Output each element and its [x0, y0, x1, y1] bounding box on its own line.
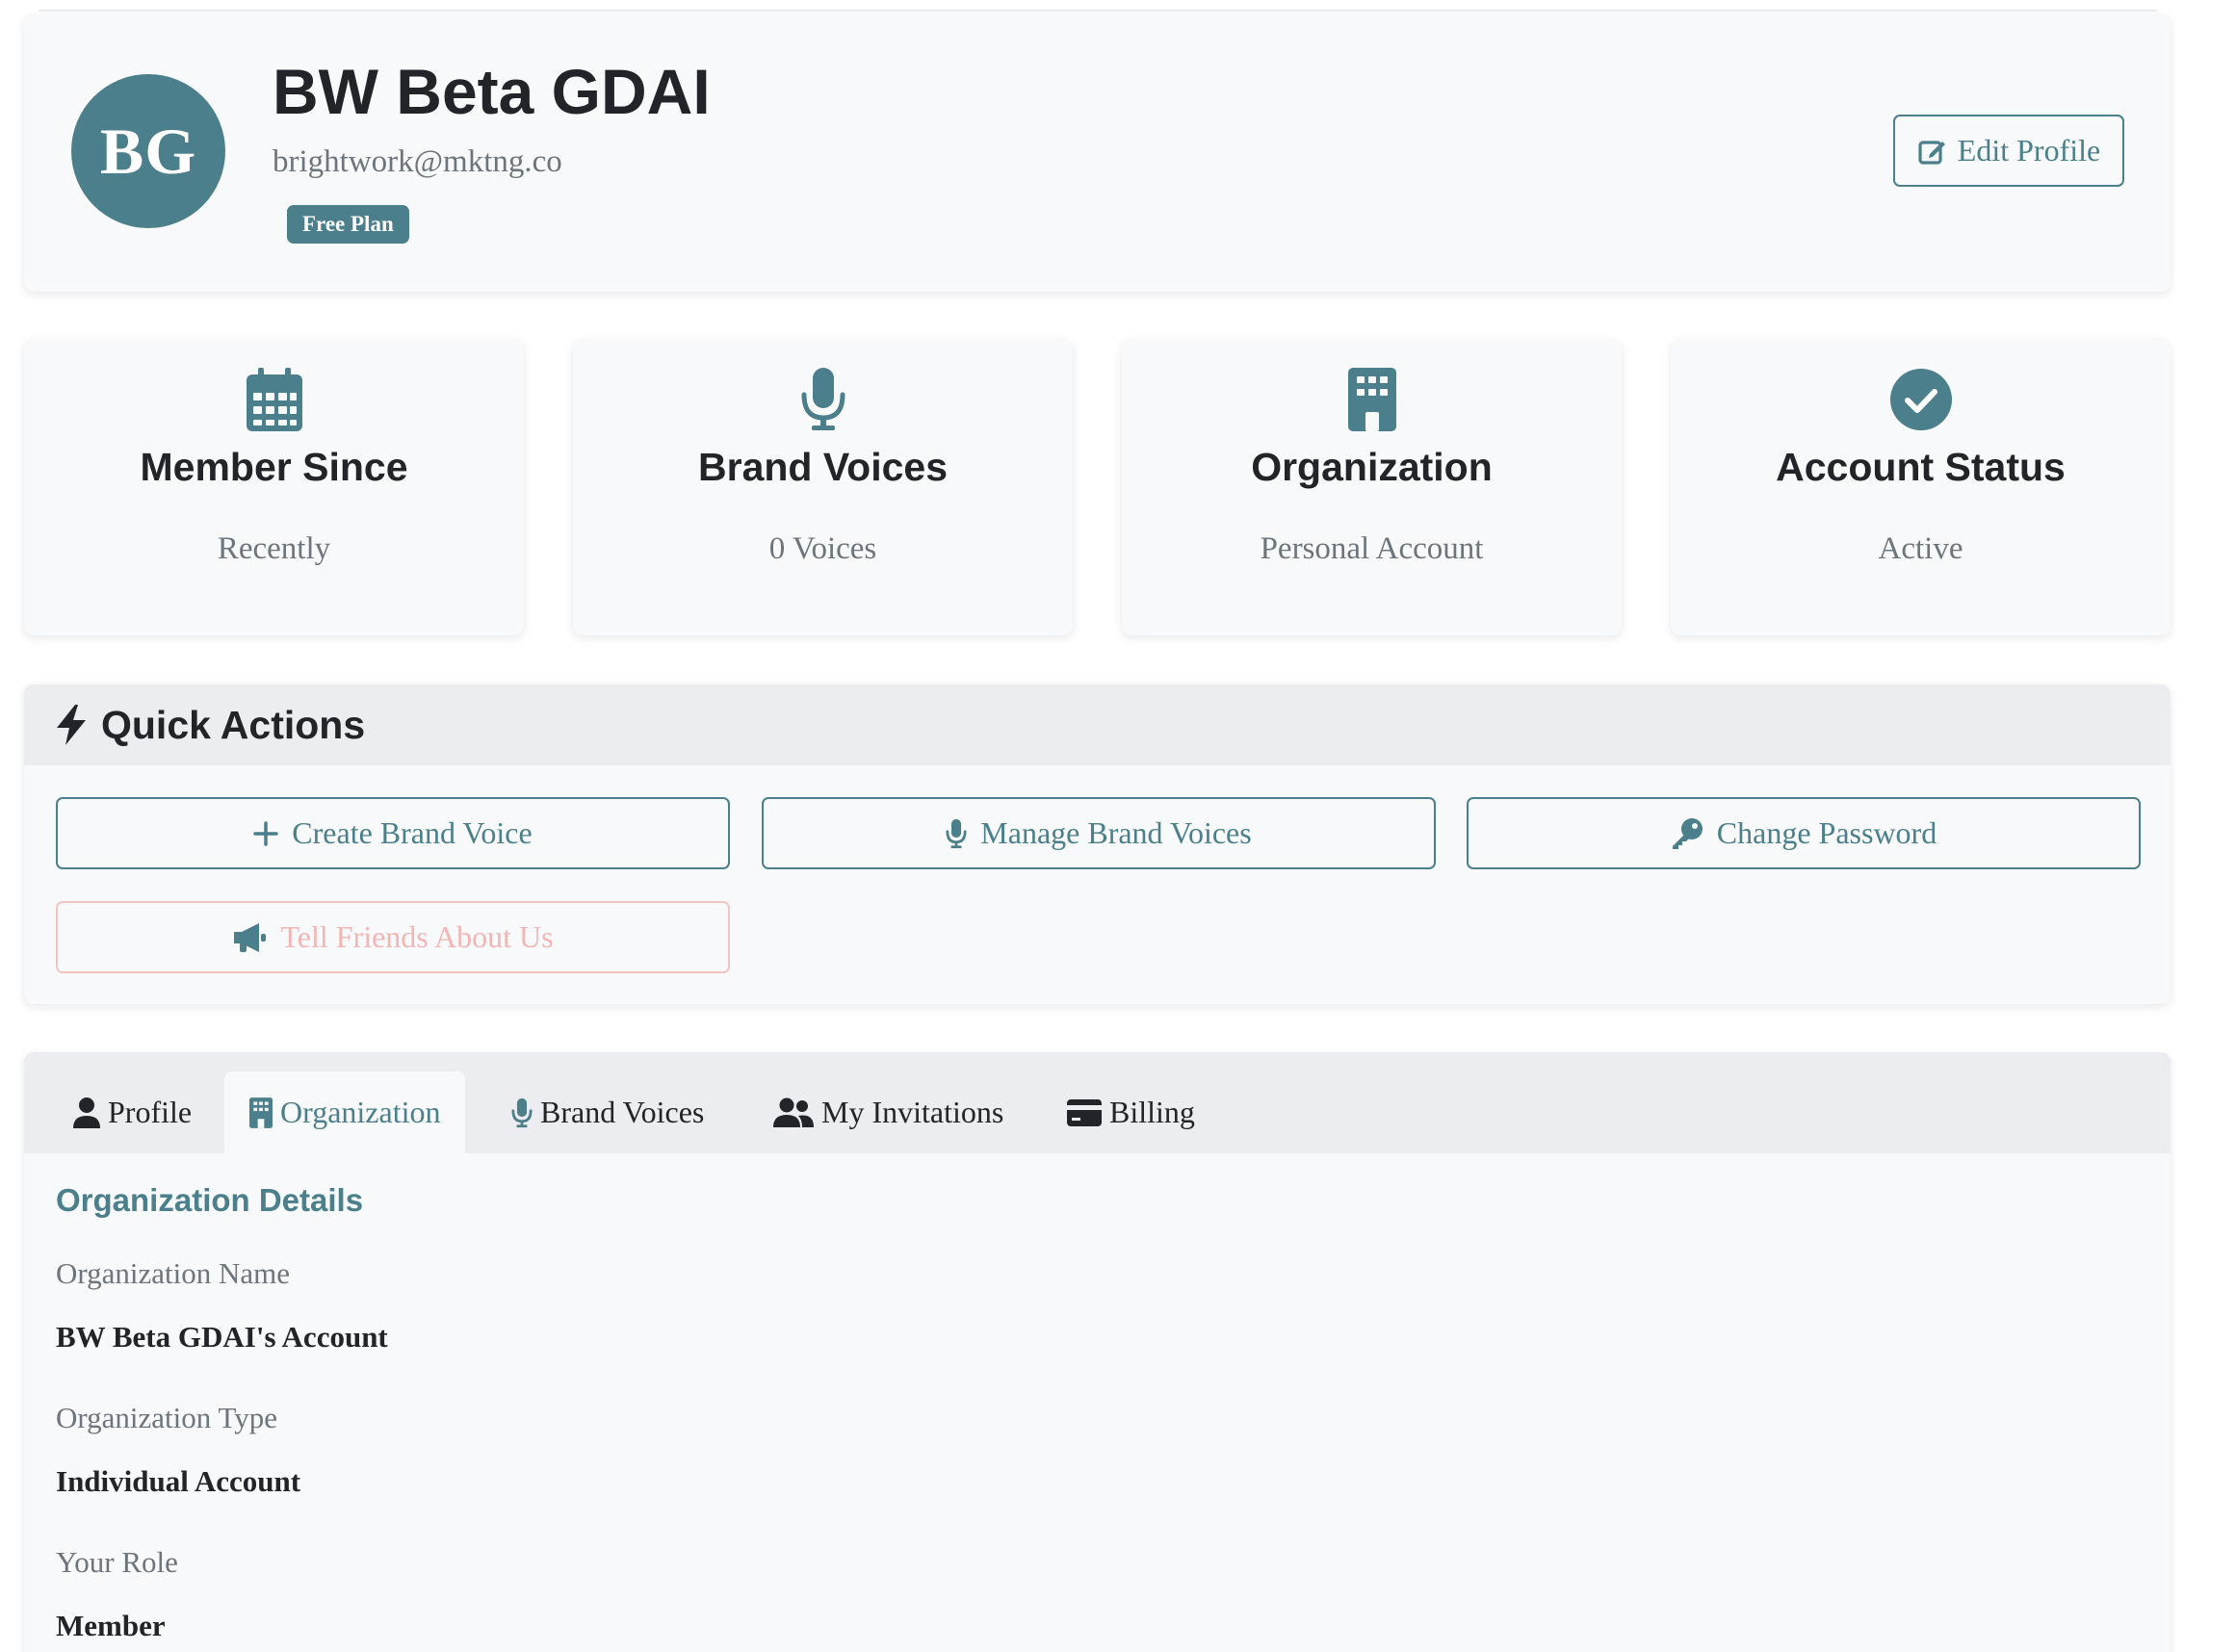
- users-icon: [773, 1097, 814, 1128]
- megaphone-icon: [232, 922, 267, 953]
- stat-value: Active: [1878, 531, 1963, 566]
- stat-card-brand-voices: Brand Voices 0 Voices: [573, 339, 1073, 635]
- button-label: Create Brand Voice: [292, 815, 533, 850]
- account-tabs-card: Profile Organization Brand Voices My Inv…: [24, 1052, 2171, 1652]
- field-label-role: Your Role: [56, 1545, 178, 1579]
- quick-actions-header: Quick Actions: [24, 684, 2171, 765]
- stat-title: Member Since: [140, 445, 408, 489]
- section-title: Organization Details: [56, 1182, 364, 1218]
- manage-brand-voices-button[interactable]: Manage Brand Voices: [762, 797, 1436, 869]
- tab-profile[interactable]: Profile: [48, 1071, 217, 1153]
- avatar: BG: [71, 74, 225, 228]
- change-password-button[interactable]: Change Password: [1467, 797, 2141, 869]
- button-label: Change Password: [1716, 815, 1937, 850]
- building-icon: [249, 1097, 273, 1128]
- tab-billing[interactable]: Billing: [1042, 1071, 1220, 1153]
- stat-value: 0 Voices: [768, 531, 877, 566]
- credit-card-icon: [1067, 1098, 1102, 1126]
- stat-value: Personal Account: [1260, 531, 1484, 566]
- edit-profile-button[interactable]: Edit Profile: [1893, 115, 2124, 187]
- edit-profile-label: Edit Profile: [1957, 133, 2101, 168]
- tab-bar: Profile Organization Brand Voices My Inv…: [24, 1052, 2171, 1153]
- tab-label: My Invitations: [821, 1095, 1004, 1129]
- building-icon: [1122, 368, 1622, 431]
- stat-title: Organization: [1251, 445, 1493, 489]
- user-icon: [73, 1097, 100, 1128]
- microphone-icon: [511, 1097, 533, 1128]
- plan-badge: Free Plan: [287, 205, 409, 244]
- tell-friends-button[interactable]: Tell Friends About Us: [56, 901, 730, 973]
- field-value-role: Member: [56, 1609, 166, 1642]
- tab-brand-voices[interactable]: Brand Voices: [486, 1071, 729, 1153]
- stat-title: Brand Voices: [698, 445, 948, 489]
- tab-label: Profile: [108, 1095, 193, 1129]
- field-value-org-type: Individual Account: [56, 1464, 301, 1498]
- calendar-icon: [24, 368, 524, 431]
- stat-card-organization: Organization Personal Account: [1122, 339, 1622, 635]
- profile-header-card: BG BW Beta GDAI brightwork@mktng.co Free…: [24, 14, 2171, 292]
- tab-label: Organization: [280, 1095, 441, 1129]
- microphone-icon: [946, 818, 967, 849]
- quick-actions-card: Quick Actions Create Brand Voice Manage …: [24, 684, 2171, 1004]
- stat-card-member-since: Member Since Recently: [24, 339, 524, 635]
- plus-icon: [253, 820, 279, 846]
- microphone-icon: [573, 368, 1073, 431]
- tab-label: Billing: [1109, 1095, 1195, 1129]
- edit-icon: [1917, 136, 1948, 167]
- field-label-org-name: Organization Name: [56, 1256, 291, 1290]
- tab-organization[interactable]: Organization: [224, 1071, 466, 1153]
- bolt-icon: [55, 705, 88, 745]
- user-email: brightwork@mktng.co: [273, 144, 562, 179]
- create-brand-voice-button[interactable]: Create Brand Voice: [56, 797, 730, 869]
- top-divider: [39, 10, 2157, 12]
- field-value-org-name: BW Beta GDAI's Account: [56, 1320, 388, 1354]
- stat-title: Account Status: [1776, 445, 2066, 489]
- check-circle-icon: [1671, 368, 2171, 431]
- stat-card-account-status: Account Status Active: [1671, 339, 2171, 635]
- button-label: Tell Friends About Us: [280, 919, 554, 954]
- tab-my-invitations[interactable]: My Invitations: [748, 1071, 1028, 1153]
- key-icon: [1671, 817, 1703, 850]
- stat-value: Recently: [217, 531, 331, 566]
- tab-label: Brand Voices: [540, 1095, 705, 1129]
- field-label-org-type: Organization Type: [56, 1401, 277, 1434]
- user-name: BW Beta GDAI: [273, 56, 711, 127]
- quick-actions-title: Quick Actions: [101, 702, 366, 747]
- button-label: Manage Brand Voices: [980, 815, 1252, 850]
